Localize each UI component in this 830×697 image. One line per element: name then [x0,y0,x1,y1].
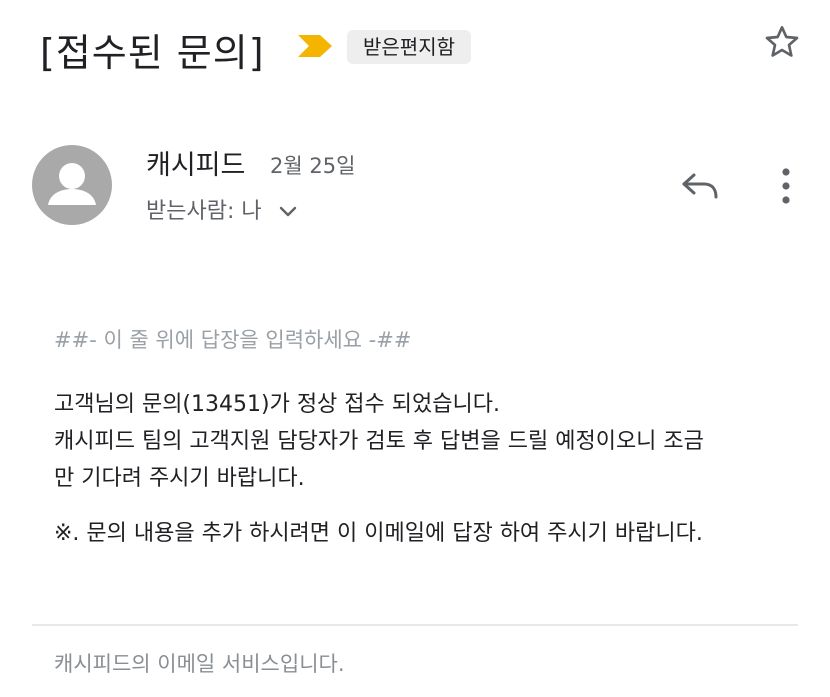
subject-row: [접수된 문의] 받은편지함 [40,20,810,76]
recipient-label: 받는사람: 나 [146,199,262,224]
email-footer: 캐시피드의 이메일 서비스입니다. [54,652,345,676]
reply-icon[interactable] [680,169,720,203]
reply-marker-text: ##- 이 줄 위에 답장을 입력하세요 -## [54,328,412,352]
sender-name[interactable]: 캐시피드 [146,143,245,182]
star-icon[interactable] [762,22,802,62]
person-avatar-icon[interactable] [32,145,112,225]
chevron-down-icon [279,206,296,217]
importance-marker-icon[interactable] [298,35,332,57]
email-date: 2월 25일 [270,154,356,178]
footer-divider [32,624,798,626]
body-note: ※. 문의 내용을 추가 하시려면 이 이메일에 답장 하여 주시기 바랍니다. [54,521,703,546]
body-line: 캐시피드 팀의 고객지원 담당자가 검토 후 답변을 드릴 예정이오니 조금 [54,429,704,454]
email-subject: [접수된 문의] [40,31,265,75]
recipient-details-toggle[interactable]: 받는사람: 나 [146,193,297,225]
body-line: 만 기다려 주시기 바랍니다. [54,466,305,491]
body-line: 고객님의 문의(13451)가 정상 접수 되었습니다. [54,392,500,417]
sender-header: 캐시피드 2월 25일 받는사람: 나 [32,143,810,233]
email-body: ##- 이 줄 위에 답장을 입력하세요 -## 고객님의 문의(13451)가… [54,322,790,552]
more-vertical-icon[interactable] [780,167,792,205]
inbox-label-chip[interactable]: 받은편지함 [347,30,471,64]
